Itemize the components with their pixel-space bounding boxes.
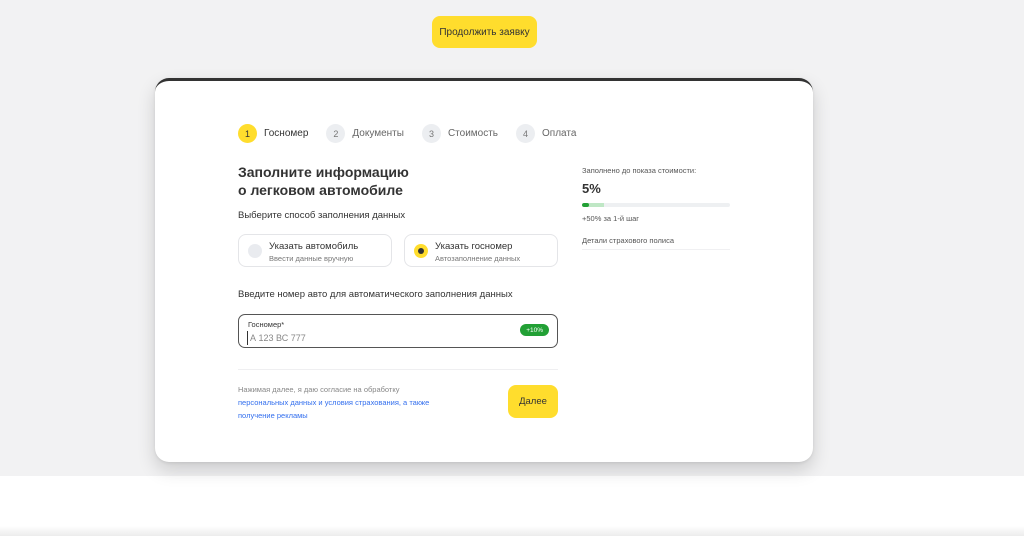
step-plate[interactable]: 1 Госномер: [238, 124, 308, 143]
auto-fill-label: Введите номер авто для автоматического з…: [238, 289, 513, 300]
divider: [238, 369, 558, 370]
progress-hint: +50% за 1-й шаг: [582, 214, 640, 223]
option-subtitle: Ввести данные вручную: [269, 254, 354, 263]
step-label: Оплата: [542, 128, 577, 139]
radio-unchecked-icon[interactable]: [248, 244, 262, 258]
step-number: 3: [421, 124, 441, 143]
step-number: 1: [238, 124, 257, 143]
step-payment[interactable]: 4 Оплата: [516, 124, 576, 143]
policy-details-link[interactable]: Детали страхового полиса: [582, 236, 674, 245]
option-specify-car[interactable]: Указать автомобиль Ввести данные вручную: [238, 234, 392, 267]
form-title-line1: Заполните информацию: [238, 164, 409, 180]
bonus-badge: +10%: [520, 324, 549, 336]
form-title: Заполните информацию о легковом автомоби…: [238, 163, 438, 199]
radio-checked-icon[interactable]: [414, 244, 428, 258]
option-title: Указать госномер: [435, 241, 513, 252]
option-specify-plate[interactable]: Указать госномер Автозаполнение данных: [404, 234, 558, 267]
stepper: 1 Госномер 2 Документы 3 Стоимость 4 Опл…: [238, 124, 594, 143]
plate-field[interactable]: Госномер* +10%: [238, 314, 558, 348]
continue-application-button[interactable]: Продолжить заявку: [432, 16, 537, 48]
plate-field-label: Госномер*: [248, 320, 285, 329]
step-label: Госномер: [264, 128, 309, 139]
step-number: 2: [326, 124, 346, 143]
consent-link[interactable]: персональных данных и условия страховани…: [238, 398, 429, 420]
bottom-shade: [0, 526, 1024, 536]
progress-fill: [582, 203, 590, 207]
divider: [582, 249, 730, 250]
step-number: 4: [516, 124, 536, 143]
option-subtitle: Автозаполнение данных: [435, 254, 521, 263]
step-label: Документы: [352, 128, 404, 139]
progress-label: Заполнено до показа стоимости:: [582, 166, 697, 175]
step-documents[interactable]: 2 Документы: [326, 124, 404, 143]
step-label: Стоимость: [447, 128, 499, 139]
next-button[interactable]: Далее: [508, 385, 558, 418]
consent-prefix: Нажимая далее, я даю согласие на обработ…: [238, 385, 400, 394]
option-title: Указать автомобиль: [269, 241, 359, 252]
form-title-line2: о легковом автомобиле: [238, 182, 403, 198]
plate-input[interactable]: [247, 331, 490, 345]
consent-text: Нажимая далее, я даю согласие на обработ…: [238, 383, 458, 422]
fill-method-label: Выберите способ заполнения данных: [238, 210, 406, 221]
progress-bar: [582, 203, 730, 207]
step-price[interactable]: 3 Стоимость: [421, 124, 499, 143]
insurance-form-card: 1 Госномер 2 Документы 3 Стоимость 4 Опл…: [155, 78, 813, 462]
progress-value: 5%: [582, 181, 601, 196]
